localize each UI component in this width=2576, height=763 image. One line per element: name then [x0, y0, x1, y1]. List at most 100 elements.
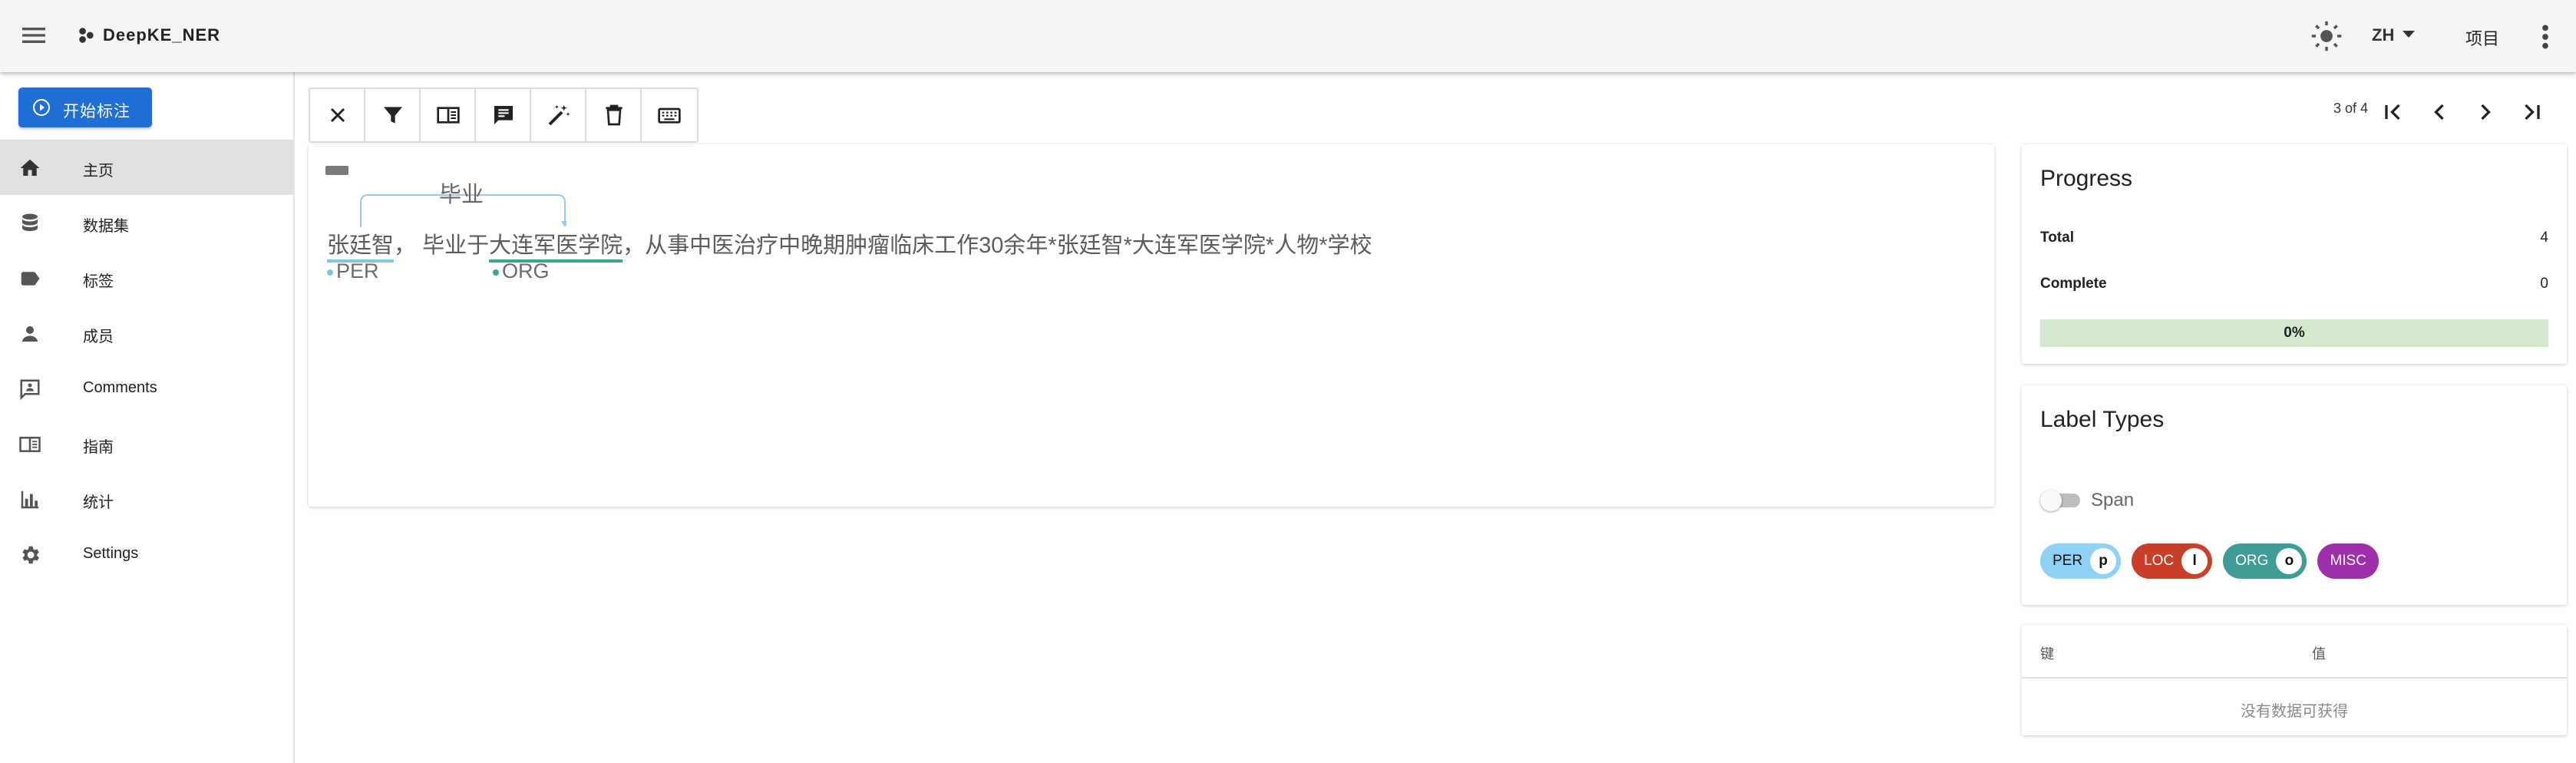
total-value: 4 — [2540, 230, 2548, 246]
metadata-table: 键 值 没有数据可获得 — [2022, 625, 2567, 735]
entity-tag-per[interactable]: PER — [327, 259, 379, 283]
text-segment: ， 毕业于 — [394, 233, 490, 258]
sidebar-item-label: 成员 — [83, 329, 114, 345]
guideline-button[interactable] — [421, 89, 476, 141]
sidebar-item-label: 数据集 — [83, 218, 129, 235]
progress-card: Progress Total 4 Complete 0 0% — [2022, 144, 2567, 364]
metadata-header: 键 值 — [2022, 625, 2567, 679]
label-chip-shortcut: p — [2090, 548, 2117, 574]
database-icon — [22, 213, 38, 231]
more-vert-icon[interactable] — [2538, 21, 2553, 52]
sidebar-item-guideline[interactable]: 指南 — [0, 416, 293, 471]
complete-value: 0 — [2540, 276, 2548, 292]
span-toggle-label: Span — [2091, 490, 2135, 510]
chevron-down-icon[interactable] — [2403, 31, 2415, 38]
auto-label-icon — [548, 104, 570, 126]
sidebar-item-labels[interactable]: 标签 — [0, 250, 293, 306]
document-text[interactable]: 张廷智， 毕业于大连军医学院，从事中医治疗中晚期肿瘤临床工作30余年*张廷智*大… — [327, 227, 1372, 263]
language-selector[interactable]: ZH — [2372, 25, 2394, 45]
next-page-icon[interactable] — [2472, 98, 2499, 126]
book-open-icon — [437, 107, 460, 124]
progress-complete-row: Complete 0 — [2040, 276, 2548, 292]
label-chip-name: MISC — [2330, 553, 2366, 569]
complete-label: Complete — [2040, 276, 2107, 292]
key-header[interactable]: 键 — [2040, 643, 2054, 663]
app-bar: DeepKE_NER ZH 项目 — [0, 0, 2576, 72]
total-label: Total — [2040, 230, 2074, 246]
relation-label[interactable]: 毕业 — [439, 177, 484, 209]
play-circle-icon — [33, 99, 50, 116]
sidebar-item-members[interactable]: 成员 — [0, 306, 293, 361]
sidebar-item-label: 主页 — [83, 163, 114, 180]
label-types-card: Label Types Span PER p LOC l ORG o MISC — [2022, 385, 2567, 605]
comment-button[interactable] — [476, 89, 531, 141]
progress-percent: 0% — [2284, 325, 2305, 341]
delete-icon — [606, 104, 623, 126]
last-page-icon[interactable] — [2518, 98, 2545, 126]
sidebar-item-label: 标签 — [83, 273, 114, 290]
annotation-toolbar — [309, 88, 698, 143]
label-chip-shortcut: o — [2276, 548, 2303, 574]
filter-button[interactable] — [365, 89, 421, 141]
entity-span-per[interactable]: 张廷智 — [327, 227, 395, 263]
progress-total-row: Total 4 — [2040, 230, 2548, 246]
sidebar-item-label: Settings — [83, 545, 139, 562]
label-chip-misc[interactable]: MISC — [2317, 543, 2379, 579]
progress-bar: 0% — [2040, 319, 2548, 347]
auto-labeling-button[interactable] — [531, 89, 586, 141]
label-types-title: Label Types — [2040, 407, 2165, 432]
label-icon — [21, 272, 40, 286]
sidebar-item-home[interactable]: 主页 — [0, 140, 293, 195]
label-chip-name: ORG — [2235, 553, 2269, 569]
comment-icon — [20, 379, 40, 401]
sidebar-item-dataset[interactable]: 数据集 — [0, 195, 293, 250]
label-chip-name: PER — [2053, 553, 2083, 569]
comment-icon — [494, 106, 513, 124]
sidebar: 开始标注 主页 数据集 标签 成员 Comments 指南 统计 Setting… — [0, 72, 295, 763]
keyboard-icon — [658, 107, 681, 124]
menu-icon[interactable] — [18, 20, 49, 51]
sidebar-item-settings[interactable]: Settings — [0, 527, 293, 582]
gear-icon — [22, 546, 39, 564]
person-icon — [22, 326, 38, 342]
sidebar-item-label: Comments — [83, 379, 157, 396]
toggle-knob — [2040, 490, 2062, 511]
empty-state: 没有数据可获得 — [2241, 703, 2348, 720]
entity-tag-org[interactable]: ORG — [493, 259, 550, 283]
value-header[interactable]: 值 — [2312, 643, 2326, 663]
close-icon — [330, 107, 345, 123]
app-title[interactable]: DeepKE_NER — [103, 25, 220, 45]
label-chip-shortcut: l — [2181, 548, 2208, 574]
filter-icon — [384, 107, 402, 124]
start-annotation-button[interactable]: 开始标注 — [18, 88, 152, 127]
label-chip-name: LOC — [2144, 553, 2175, 569]
logo-icon — [79, 28, 94, 43]
projects-button[interactable]: 项目 — [2465, 25, 2499, 50]
theme-toggle-icon[interactable] — [2310, 20, 2343, 52]
progress-title: Progress — [2040, 166, 2133, 191]
delete-button[interactable] — [586, 89, 642, 141]
annotation-area[interactable]: 毕业 张廷智， 毕业于大连军医学院，从事中医治疗中晚期肿瘤临床工作30余年*张廷… — [309, 144, 1994, 507]
start-annotation-label: 开始标注 — [63, 103, 130, 121]
sidebar-item-label: 统计 — [83, 494, 114, 511]
label-chip-loc[interactable]: LOC l — [2132, 543, 2213, 579]
span-toggle[interactable] — [2040, 484, 2083, 514]
prev-page-icon[interactable] — [2426, 98, 2453, 126]
sidebar-nav: 主页 数据集 标签 成员 Comments 指南 统计 Settings — [0, 140, 295, 582]
sidebar-item-statistics[interactable]: 统计 — [0, 471, 293, 527]
home-icon — [20, 159, 40, 176]
label-chip-per[interactable]: PER p — [2040, 543, 2122, 579]
label-chip-org[interactable]: ORG o — [2223, 543, 2307, 579]
sidebar-item-label: 指南 — [83, 439, 114, 456]
document-badge — [325, 166, 348, 175]
text-segment: ，从事中医治疗中晚期肿瘤临床工作30余年*张廷智*大连军医学院*人物*学校 — [623, 233, 1372, 258]
sidebar-item-comments[interactable]: Comments — [0, 361, 293, 416]
chart-icon — [21, 490, 39, 509]
label-chips: PER p LOC l ORG o MISC — [2040, 543, 2379, 579]
first-page-icon[interactable] — [2379, 98, 2407, 126]
book-icon — [19, 437, 41, 452]
pagination-text: 3 of 4 — [2333, 101, 2369, 116]
keyboard-shortcuts-button[interactable] — [642, 89, 697, 141]
close-button[interactable] — [310, 89, 365, 141]
entity-span-org[interactable]: 大连军医学院 — [489, 227, 623, 263]
